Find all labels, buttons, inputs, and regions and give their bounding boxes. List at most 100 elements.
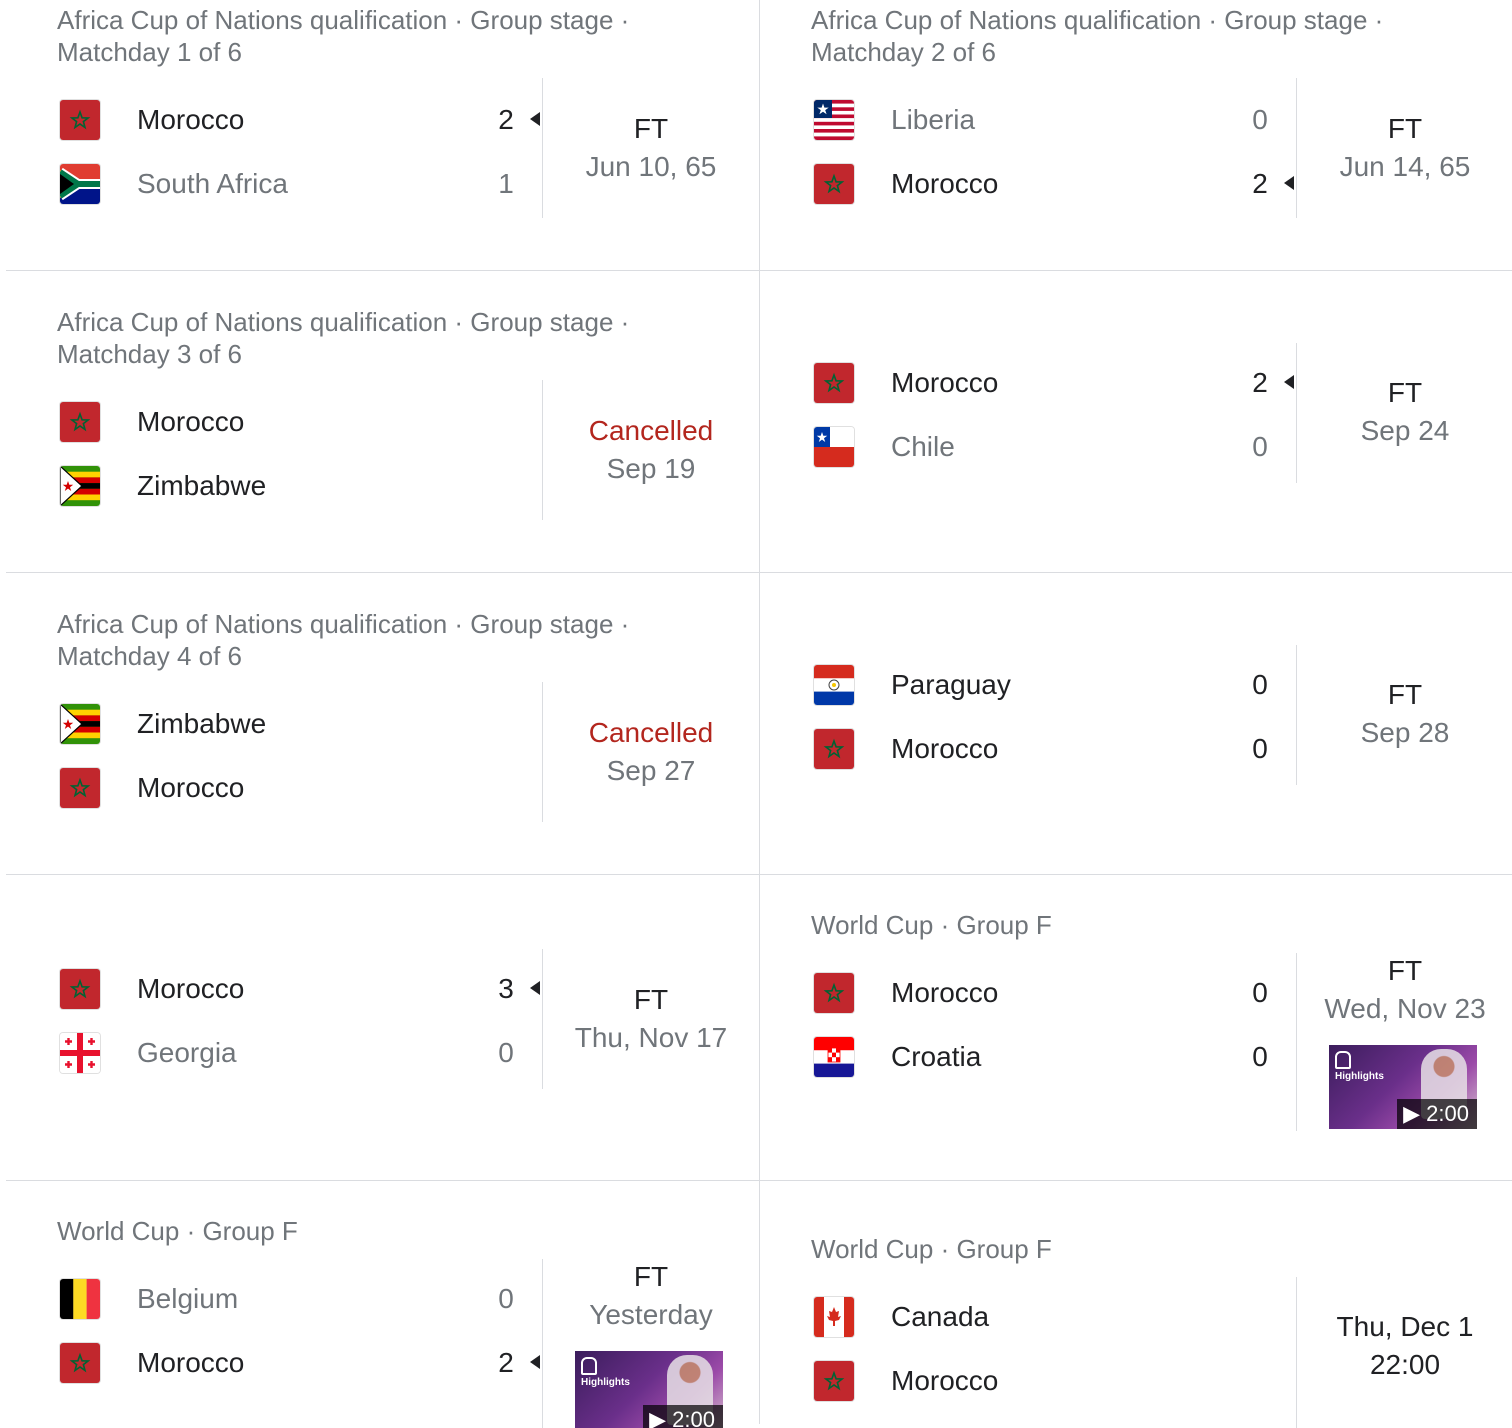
match-card[interactable]: Africa Cup of Nations qualification · Gr… <box>6 0 759 270</box>
match-time: 22:00 <box>1369 1349 1441 1380</box>
competition-header: Africa Cup of Nations qualification · Gr… <box>57 4 697 68</box>
team-name: Canada <box>891 1301 990 1332</box>
match-status: FT Sep 28 <box>1297 676 1512 752</box>
morocco-flag-icon <box>60 402 100 442</box>
match-date: Jun 10, 65 <box>585 151 717 182</box>
competition-header: Africa Cup of Nations qualification · Gr… <box>57 608 697 672</box>
team-name: Liberia <box>891 104 976 135</box>
match-date: Sep 19 <box>606 453 696 484</box>
status-label: FT <box>1387 955 1423 986</box>
team-name: Morocco <box>891 367 999 398</box>
competition-line: World Cup · Group F <box>811 910 1052 940</box>
match-status: FT Sep 24 <box>1297 374 1512 450</box>
match-status: FT Jun 10, 65 <box>543 110 759 186</box>
match-date: Sep 24 <box>1360 415 1450 446</box>
match-card[interactable]: Morocco 2 Chile 0 FT Sep 24 <box>760 271 1512 572</box>
competition-line: Africa Cup of Nations qualification · Gr… <box>57 5 630 35</box>
competition-line: World Cup · Group F <box>811 1234 1052 1264</box>
match-card[interactable]: Africa Cup of Nations qualification · Gr… <box>760 0 1512 270</box>
highlights-label: Highlights <box>581 1377 630 1388</box>
winner-arrow-icon <box>530 1355 540 1369</box>
status-label: FT <box>1387 679 1423 710</box>
match-card[interactable]: World Cup · Group F Belgium 0 Morocco 2 … <box>6 1181 759 1428</box>
competition-header: World Cup · Group F <box>811 1233 1451 1265</box>
paraguay-flag-icon <box>814 665 854 705</box>
team-name: Morocco <box>891 1365 999 1396</box>
team-row: Chile 0 <box>760 415 1280 479</box>
matchday-line: Matchday 4 of 6 <box>57 641 242 671</box>
team-name: Zimbabwe <box>137 470 267 501</box>
match-card[interactable]: Paraguay 0 Morocco 0 FT Sep 28 <box>760 573 1512 874</box>
morocco-flag-icon <box>814 973 854 1013</box>
team-name: Belgium <box>137 1283 239 1314</box>
team-name: Morocco <box>137 104 245 135</box>
team-name: Morocco <box>137 772 245 803</box>
team-name: Morocco <box>137 973 245 1004</box>
team-row: Georgia 0 <box>6 1021 526 1085</box>
match-date: Wed, Nov 23 <box>1324 993 1486 1024</box>
team-name: Zimbabwe <box>137 708 267 739</box>
team-score: 2 <box>1252 168 1268 199</box>
match-card[interactable]: Africa Cup of Nations qualification · Gr… <box>6 573 759 874</box>
team-row: Paraguay 0 <box>760 653 1280 717</box>
team-row: Morocco <box>6 390 526 454</box>
team-name: Croatia <box>891 1041 982 1072</box>
highlights-video-thumbnail[interactable]: Highlights ▶ 2:00 <box>575 1351 723 1428</box>
team-score: 0 <box>1252 669 1268 700</box>
team-name: Morocco <box>891 977 999 1008</box>
croatia-flag-icon <box>814 1037 854 1077</box>
match-results-grid: Africa Cup of Nations qualification · Gr… <box>0 0 1512 1428</box>
morocco-flag-icon <box>814 1361 854 1401</box>
matchday-line: Matchday 1 of 6 <box>57 37 242 67</box>
team-row: Morocco 0 <box>760 961 1280 1025</box>
team-name: Morocco <box>891 168 999 199</box>
match-card[interactable]: Africa Cup of Nations qualification · Gr… <box>6 271 759 572</box>
status-label: FT <box>633 984 669 1015</box>
highlights-label: Highlights <box>1335 1071 1384 1082</box>
competition-line: Africa Cup of Nations qualification · Gr… <box>57 307 630 337</box>
team-row: Zimbabwe <box>6 692 526 756</box>
match-status: Cancelled Sep 19 <box>543 412 759 488</box>
match-card[interactable]: World Cup · Group F Morocco 0 Croatia 0 … <box>760 875 1512 1180</box>
morocco-flag-icon <box>814 363 854 403</box>
team-row: South Africa 1 <box>6 152 526 216</box>
team-score: 2 <box>1252 367 1268 398</box>
winner-arrow-icon <box>530 981 540 995</box>
morocco-flag-icon <box>60 1343 100 1383</box>
zimbabwe-flag-icon <box>60 466 100 506</box>
winner-arrow-icon <box>530 112 540 126</box>
liberia-flag-icon <box>814 100 854 140</box>
team-name: Chile <box>891 431 955 462</box>
status-label: FT <box>633 113 669 144</box>
belgium-flag-icon <box>60 1279 100 1319</box>
team-row: Morocco 2 <box>6 88 540 152</box>
team-name: Georgia <box>137 1037 237 1068</box>
match-card[interactable]: Morocco 3 Georgia 0 FT Thu, Nov 17 <box>6 875 759 1180</box>
competition-header: World Cup · Group F <box>57 1215 697 1247</box>
team-score: 0 <box>1252 104 1268 135</box>
match-date: Yesterday <box>589 1299 713 1330</box>
team-name: Morocco <box>137 406 245 437</box>
team-score: 2 <box>498 104 514 135</box>
match-status: FT Jun 14, 65 <box>1297 110 1512 186</box>
team-score: 0 <box>1252 733 1268 764</box>
competition-header: Africa Cup of Nations qualification · Gr… <box>811 4 1451 68</box>
match-date: Jun 14, 65 <box>1339 151 1471 182</box>
morocco-flag-icon <box>60 969 100 1009</box>
south-africa-flag-icon <box>60 164 100 204</box>
team-row: Morocco 2 <box>6 1331 540 1395</box>
team-score: 2 <box>498 1347 514 1378</box>
highlights-video-thumbnail[interactable]: Highlights ▶ 2:00 <box>1329 1045 1477 1129</box>
match-card[interactable]: World Cup · Group F Canada Morocco Thu, … <box>760 1181 1512 1428</box>
team-score: 0 <box>1252 977 1268 1008</box>
winner-arrow-icon <box>1284 176 1294 190</box>
team-score: 0 <box>1252 1041 1268 1072</box>
team-row: Canada <box>760 1285 1280 1349</box>
morocco-flag-icon <box>60 768 100 808</box>
team-score: 0 <box>1252 431 1268 462</box>
team-row: Belgium 0 <box>6 1267 526 1331</box>
match-date: Sep 27 <box>606 755 696 786</box>
winner-arrow-icon <box>1284 375 1294 389</box>
match-date: Sep 28 <box>1360 717 1450 748</box>
canada-flag-icon <box>814 1297 854 1337</box>
